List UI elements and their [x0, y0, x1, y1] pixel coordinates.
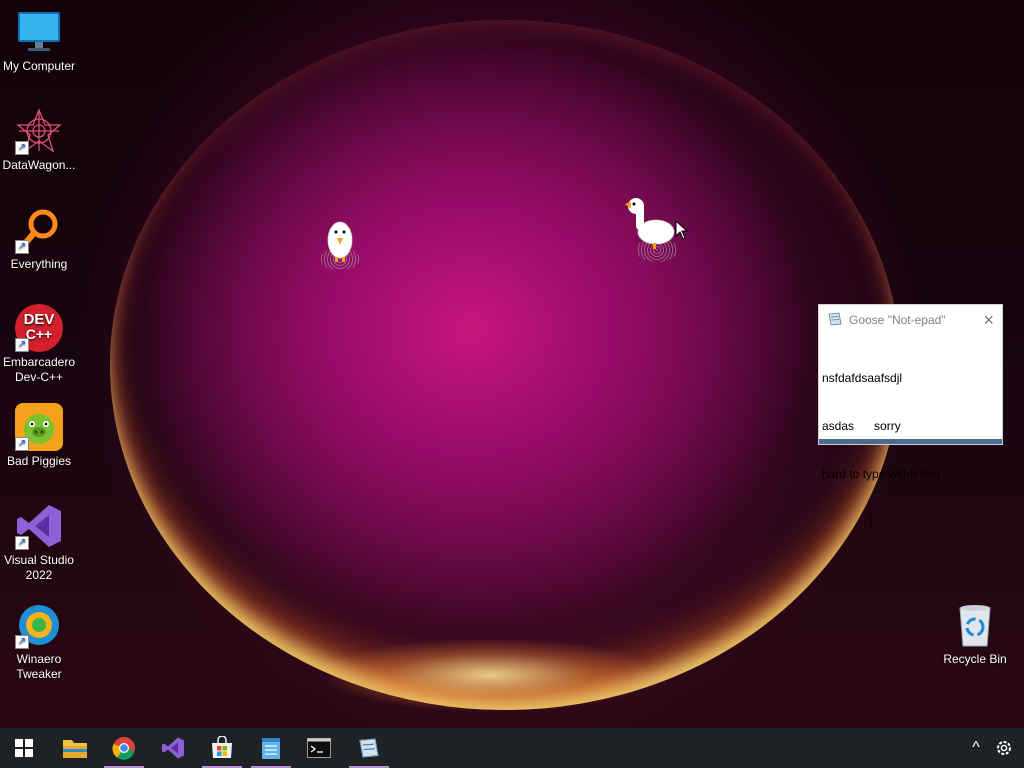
- text-line: hard to type withh feet: [822, 467, 941, 481]
- monitor-icon: [15, 8, 63, 56]
- winaero-tweaker-icon: ↗: [15, 601, 63, 649]
- visual-studio-icon: [162, 737, 184, 759]
- window-title: Goose "Not-epad": [849, 313, 946, 327]
- shortcut-arrow-icon: ↗: [15, 536, 29, 550]
- shortcut-arrow-icon: ↗: [15, 635, 29, 649]
- settings-button[interactable]: [984, 728, 1024, 768]
- shortcut-arrow-icon: ↗: [15, 437, 29, 451]
- goose-sprite[interactable]: [622, 196, 682, 259]
- chrome-icon: [112, 737, 135, 760]
- close-icon[interactable]: ×: [983, 311, 994, 329]
- start-button[interactable]: [4, 728, 44, 768]
- notepad-text-area[interactable]: nsfdafdsaafsdjl asdas sorry hard to type…: [822, 338, 999, 530]
- desktop-icon-devcpp[interactable]: DEV C++ ↗ Embarcadero Dev-C++: [0, 304, 78, 385]
- taskbar-goose-notepad[interactable]: [349, 728, 389, 768]
- folder-icon: [63, 740, 87, 758]
- desktop-icon-everything[interactable]: ↗ Everything: [0, 206, 78, 272]
- devcpp-logo-text: DEV: [23, 311, 55, 328]
- text-line: asdas sorry: [822, 419, 901, 433]
- desktop-icon-recycle-bin[interactable]: Recycle Bin: [936, 601, 1014, 667]
- desktop-icon-datawagon[interactable]: ↗ DataWagon...: [0, 107, 78, 173]
- goose-notepad-window[interactable]: Goose "Not-epad" × nsfdafdsaafsdjl asdas…: [818, 304, 1003, 530]
- store-icon: [212, 736, 232, 758]
- desktop-icon-my-computer[interactable]: My Computer: [0, 8, 78, 74]
- text-caret: [870, 514, 871, 530]
- goose-notepad-icon: [359, 738, 379, 758]
- desktop-icon-label: Visual Studio 2022: [4, 553, 74, 582]
- wallpaper-glow-bottom: [330, 640, 650, 710]
- desktop-icon-label: Winaero Tweaker: [16, 652, 62, 681]
- desktop: My Computer ↗ DataWagon... ↗ Everything …: [0, 0, 1024, 728]
- taskbar-file-explorer[interactable]: [55, 728, 95, 768]
- visual-studio-icon: ↗: [15, 502, 63, 550]
- text-line: nsfdafdsaafsdjl: [822, 371, 903, 385]
- recycle-bin-icon: [951, 601, 999, 649]
- taskbar: ^: [0, 728, 1024, 768]
- desktop-icon-label: My Computer: [2, 59, 76, 73]
- devcpp-icon: DEV C++ ↗: [15, 304, 63, 352]
- magnifier-icon: ↗: [15, 206, 63, 254]
- taskbar-chrome[interactable]: [104, 728, 144, 768]
- shortcut-arrow-icon: ↗: [15, 141, 29, 155]
- gear-icon: [997, 741, 1011, 755]
- wallpaper-glow: [110, 20, 900, 710]
- notepad-icon: [262, 738, 280, 759]
- taskbar-visual-studio[interactable]: [153, 728, 193, 768]
- chevron-up-icon: ^: [972, 739, 980, 756]
- window-bottom-bar: [819, 439, 1002, 444]
- shortcut-arrow-icon: ↗: [15, 338, 29, 352]
- shortcut-arrow-icon: ↗: [15, 240, 29, 254]
- taskbar-terminal[interactable]: [299, 728, 339, 768]
- desktop-icon-label: Everything: [10, 257, 68, 271]
- desktop-icon-label: Embarcadero Dev-C++: [2, 355, 76, 384]
- terminal-icon: [307, 738, 331, 758]
- desktop-icon-label: DataWagon...: [2, 158, 76, 172]
- desktop-icon-winaero-tweaker[interactable]: ↗ Winaero Tweaker: [0, 601, 78, 682]
- datawagon-icon: ↗: [15, 107, 63, 155]
- taskbar-notepad[interactable]: [251, 728, 291, 768]
- taskbar-microsoft-store[interactable]: [202, 728, 242, 768]
- desktop-icon-bad-piggies[interactable]: ↗ Bad Piggies: [0, 403, 78, 469]
- notepad-app-icon: [827, 312, 843, 329]
- desktop-icon-visual-studio[interactable]: ↗ Visual Studio 2022: [0, 502, 78, 583]
- bad-piggies-icon: ↗: [15, 403, 63, 451]
- goose-sprite[interactable]: [325, 218, 355, 271]
- window-titlebar[interactable]: Goose "Not-epad" ×: [819, 305, 1002, 335]
- mouse-cursor-icon: [675, 219, 689, 245]
- desktop-icon-label: Bad Piggies: [6, 454, 72, 468]
- windows-logo-icon: [15, 739, 33, 757]
- desktop-icon-label: Recycle Bin: [943, 652, 1007, 666]
